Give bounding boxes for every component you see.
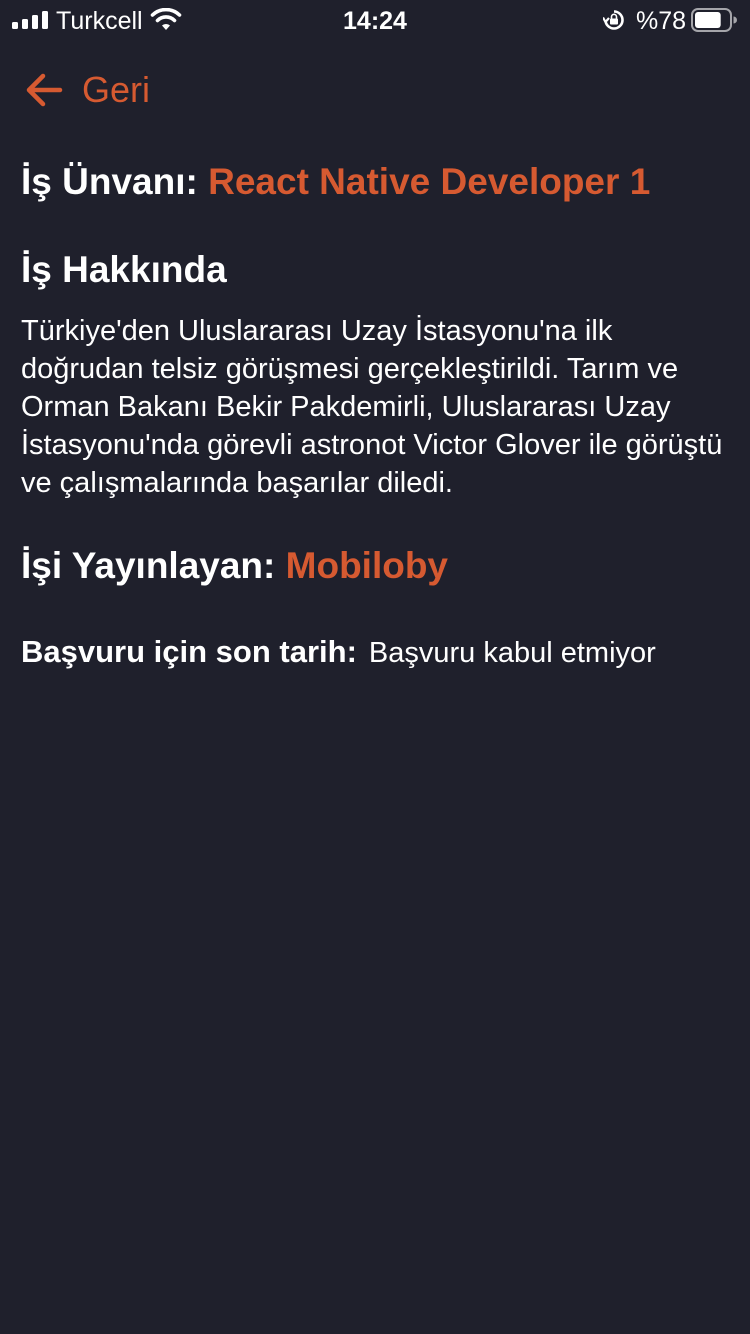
publisher-value: Mobiloby (285, 545, 449, 586)
publisher-row: İşi Yayınlayan: Mobiloby (21, 542, 731, 590)
deadline-value: Başvuru kabul etmiyor (368, 637, 656, 669)
deadline-row: Başvuru için son tarih: Başvuru kabul et… (21, 632, 731, 673)
about-text: Türkiye'den Uluslararası Uzay İstasyonu'… (21, 315, 723, 499)
arrow-left-icon (26, 73, 63, 107)
publisher-label: İşi Yayınlayan: (21, 545, 276, 586)
back-button[interactable]: Geri (24, 64, 150, 116)
status-bar: Turkcell 14:24 %78 (0, 0, 750, 40)
back-label: Geri (82, 69, 151, 110)
battery-percent: %78 (636, 7, 687, 35)
job-title-label: İş Ünvanı: (21, 161, 198, 202)
job-title-row: İş Ünvanı: React Native Developer 1 (21, 158, 731, 206)
battery-icon (691, 8, 737, 32)
about-heading: İş Hakkında (21, 249, 227, 290)
job-title-value: React Native Developer 1 (208, 161, 651, 202)
job-detail: İş Ünvanı: React Native Developer 1 İş H… (21, 158, 731, 673)
rotation-lock-icon (603, 10, 624, 30)
deadline-label: Başvuru için son tarih: (21, 634, 357, 669)
